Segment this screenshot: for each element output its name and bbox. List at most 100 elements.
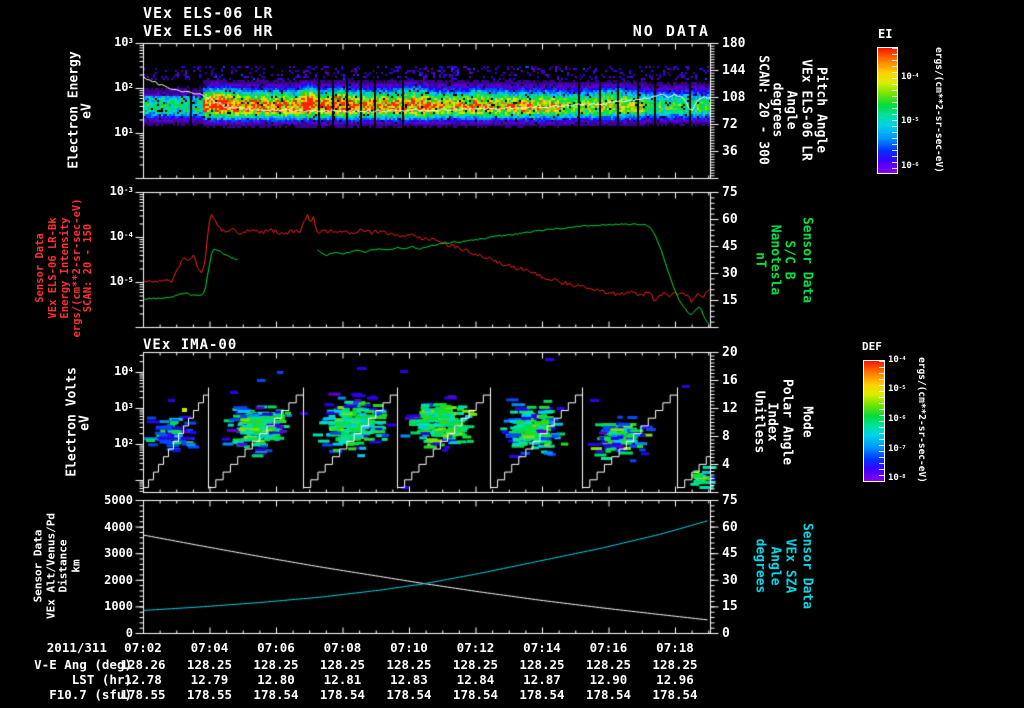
p2-left-label-sensor-data: Sensor Data — [33, 233, 46, 303]
p2-left-label-energy-intensity: Energy Intensity — [58, 217, 71, 319]
table-cell-1-0: 12.78 — [124, 672, 162, 687]
p4-left-label-distance: Distance — [56, 539, 70, 593]
time-tick-07:18: 07:18 — [656, 640, 694, 655]
p4-rtick-30: 30 — [722, 572, 738, 588]
p4-left-label-alt: VEx Alt/Venus/Pd — [44, 513, 58, 619]
table-cell-1-6: 12.87 — [523, 672, 561, 687]
p3-rtick-8: 8 — [722, 429, 730, 444]
p3-right-label-mode: Mode — [799, 406, 815, 438]
p2-right-label-nt: nT — [752, 252, 768, 268]
p4-right-label-degrees: degrees — [752, 538, 768, 594]
panel1-title-lr: VEx ELS-06 LR — [143, 4, 274, 22]
p4-ytick-1000: 1000 — [104, 599, 133, 614]
table-cell-1-2: 12.80 — [257, 672, 295, 687]
table-cell-0-0: 128.26 — [120, 657, 166, 672]
time-tick-07:10: 07:10 — [390, 640, 428, 655]
table-cell-0-2: 128.25 — [253, 657, 299, 672]
ei-colorbar-title: EI — [878, 27, 893, 41]
p2-ytick-10e-5: 10-5 — [109, 274, 133, 288]
p4-ytick-3000: 3000 — [104, 546, 133, 561]
table-cell-0-6: 128.25 — [519, 657, 565, 672]
time-tick-07:06: 07:06 — [257, 640, 295, 655]
p1-rtick-144: 144 — [722, 63, 746, 78]
p4-rtick-60: 60 — [722, 519, 738, 535]
p4-left-label-sensor-data: Sensor Data — [31, 529, 45, 603]
ei-colorbar — [877, 47, 898, 174]
def-cbtick-10e-8: 10-8 — [888, 473, 906, 483]
def-colorbar-ticks — [879, 361, 884, 481]
def-colorbar-title: DEF — [862, 340, 882, 353]
def-cbtick-10e-7: 10-7 — [888, 444, 906, 454]
p1-ytick-10e1: 101 — [114, 125, 133, 139]
p3-y-axis-unit: eV — [77, 415, 93, 431]
table-cell-2-1: 178.55 — [186, 687, 233, 702]
time-tick-07:12: 07:12 — [456, 640, 495, 655]
p3-rtick-12: 12 — [722, 401, 738, 416]
p3-right-label-polar-angle: Polar Angle — [779, 378, 795, 466]
table-cell-2-3: 178.54 — [319, 687, 366, 702]
p4-ytick-2000: 2000 — [104, 572, 133, 587]
p3-rtick-20: 20 — [722, 345, 738, 360]
p1-rtick-36: 36 — [722, 144, 738, 159]
table-cell-2-5: 178.54 — [452, 687, 499, 702]
p2-left-label-scan: SCAN: 20 - 150 — [81, 223, 94, 313]
time-tick-07:04: 07:04 — [190, 640, 229, 655]
ei-cbtick-10e-6: 10-6 — [901, 161, 919, 171]
p3-ytick-10e2: 102 — [114, 436, 133, 450]
def-colorbar — [863, 360, 885, 482]
p3-right-label-index: Index — [764, 402, 780, 442]
plot-screen: VEx ELS-06 LR VEx ELS-06 HR NO DATA VEx … — [0, 0, 1024, 708]
p2-left-label-instrument: VEx ELS-06 LR-Bk — [46, 217, 59, 319]
p1-right-label-instrument: VEx ELS-06 LR — [798, 59, 814, 161]
panel1-title-hr: VEx ELS-06 HR — [143, 22, 274, 40]
p1-right-label-degrees: degrees — [769, 82, 785, 138]
p4-rtick-15: 15 — [722, 599, 738, 615]
table-cell-2-8: 178.54 — [652, 687, 698, 702]
p2-rtick-75: 75 — [722, 185, 738, 200]
table-cell-1-3: 12.81 — [323, 672, 362, 687]
p4-rtick-45: 45 — [722, 546, 738, 562]
p2-rtick-60: 60 — [722, 212, 738, 227]
p2-right-label-scb: S/C B — [781, 240, 797, 280]
time-tick-07:08: 07:08 — [323, 640, 362, 655]
p2-rtick-45: 45 — [722, 239, 738, 254]
p3-ytick-10e4: 104 — [114, 364, 133, 378]
table-cell-2-7: 178.54 — [585, 687, 632, 702]
table-cell-0-4: 128.25 — [386, 657, 432, 672]
def-cbtick-10e-4: 10-4 — [888, 355, 906, 365]
p1-ytick-10e3: 103 — [114, 35, 133, 49]
p2-ytick-10e-3: 10-3 — [109, 184, 133, 198]
ei-colorbar-ticks — [892, 48, 897, 173]
def-colorbar-unit: ergs/(cm**2-sr-sec-eV) — [915, 357, 927, 483]
table-cell-2-2: 178.54 — [253, 687, 299, 702]
time-tick-07:16: 07:16 — [589, 640, 628, 655]
p1-rtick-72: 72 — [722, 117, 738, 132]
table-cell-1-7: 12.90 — [589, 672, 628, 687]
table-cell-1-4: 12.83 — [390, 672, 428, 687]
p2-left-label-units: ergs/(cm**2-sr-sec-eV) — [70, 198, 83, 338]
p1-rtick-180: 180 — [722, 36, 746, 51]
table-cell-1-8: 12.96 — [656, 672, 694, 687]
table-cell-1-1: 12.79 — [190, 672, 229, 687]
table-cell-0-5: 128.25 — [452, 657, 499, 672]
def-cbtick-10e-5: 10-5 — [888, 384, 906, 394]
ei-cbtick-10e-5: 10-5 — [901, 116, 919, 126]
no-data-label: NO DATA — [632, 22, 710, 40]
p4-ytick-5000: 5000 — [104, 493, 133, 507]
def-cbtick-10e-6: 10-6 — [888, 414, 906, 424]
p3-rtick-4: 4 — [722, 457, 730, 472]
p4-ytick-4000: 4000 — [104, 519, 133, 534]
p1-y-axis-unit: eV — [79, 103, 95, 119]
table-cell-0-7: 128.25 — [585, 657, 632, 672]
p4-right-label-sensor-data: Sensor Data — [799, 522, 815, 610]
table-cell-2-0: 178.55 — [120, 687, 166, 702]
p3-right-label-unitless: Unitless — [751, 390, 767, 454]
p4-right-label-sza: VEx SZA — [782, 538, 798, 594]
p2-ytick-10e-4: 10-4 — [109, 229, 133, 243]
ei-cbtick-10e-4: 10-4 — [901, 72, 919, 82]
p2-right-label-nanotesla: Nanotesla — [767, 224, 783, 296]
table-cell-0-8: 128.25 — [652, 657, 698, 672]
table-cell-2-4: 178.54 — [386, 687, 432, 702]
plot-canvas — [0, 0, 1024, 708]
p1-ytick-10e2: 102 — [114, 80, 133, 94]
